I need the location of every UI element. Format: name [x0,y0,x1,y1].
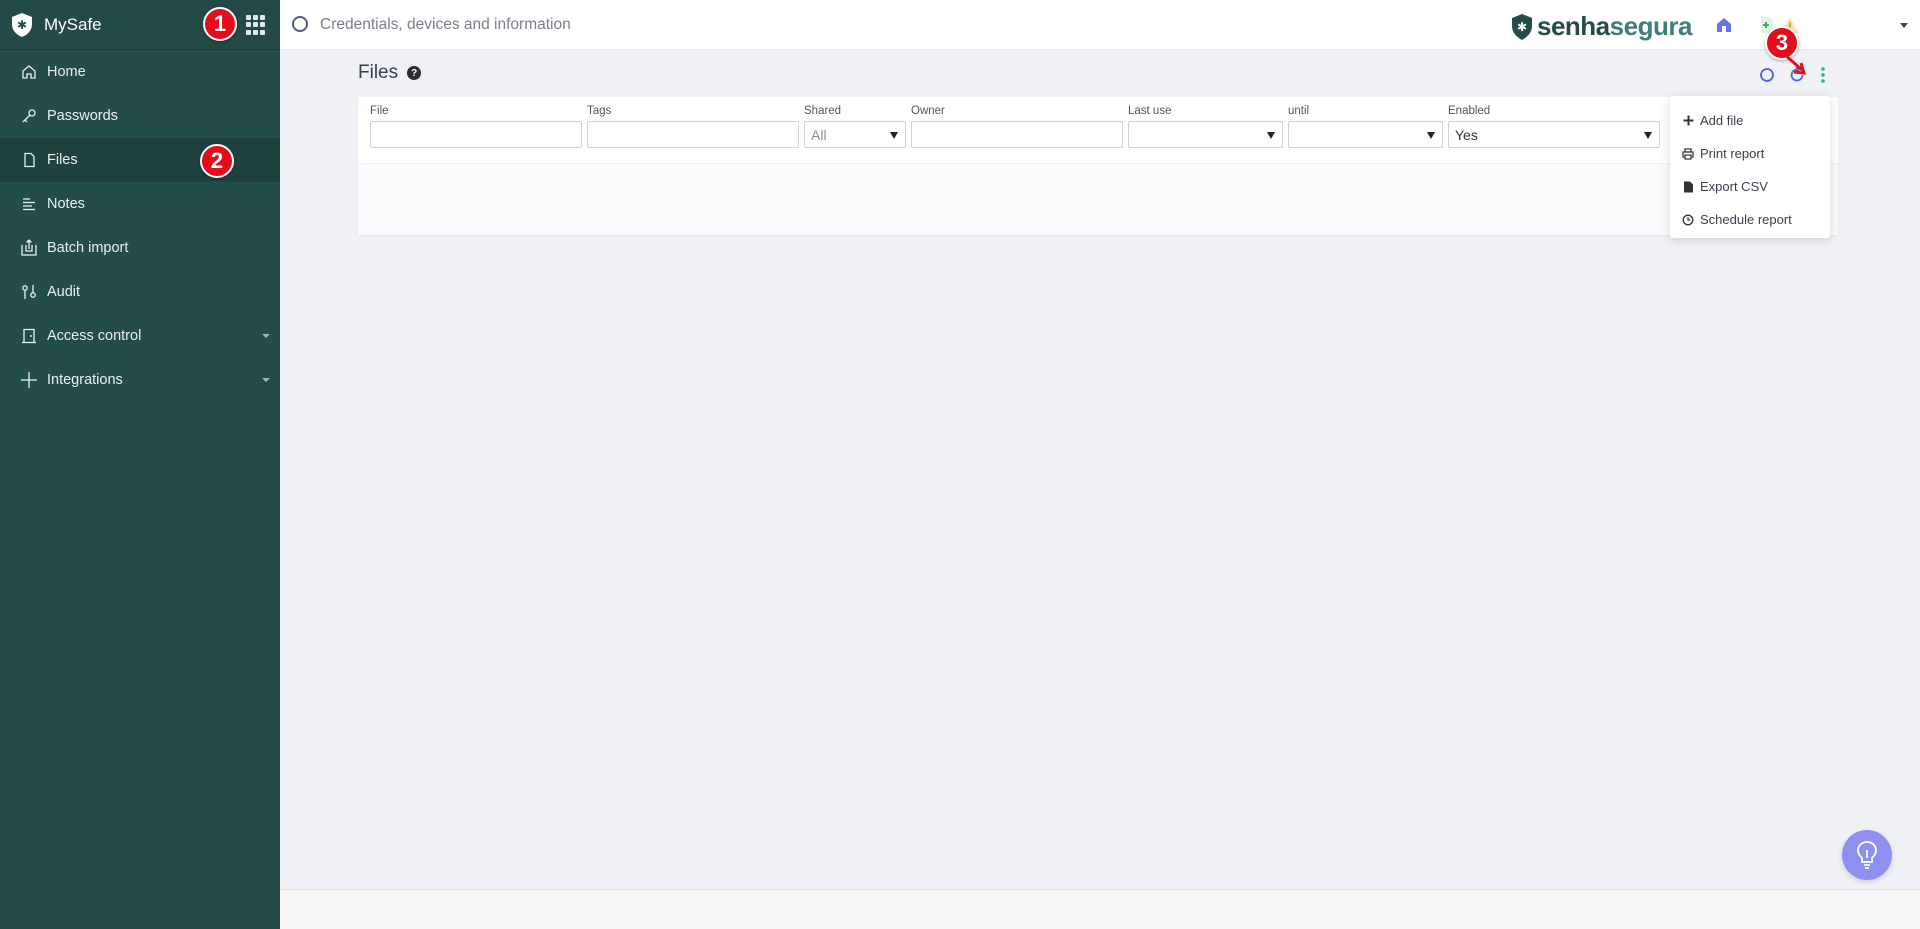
filter-last-use-label: Last use [1128,105,1172,117]
results-area [358,163,1838,235]
logo-text-part2: segura [1609,11,1693,41]
svg-text:✱: ✱ [1517,20,1527,34]
sidebar-item-batch-import[interactable]: Batch import [0,226,280,270]
sidebar-item-label: Notes [47,196,85,212]
filter-owner: Owner [911,105,1123,148]
brand-logo: ✱ senhasegura [1510,11,1692,42]
step-badge-1: 1 [203,7,237,41]
filter-file: File [370,105,582,148]
filter-until-label: until [1288,105,1310,117]
help-icon[interactable]: ? [407,66,422,80]
app-name: MySafe [44,14,102,34]
sidebar-item-home[interactable]: Home [0,50,280,94]
menu-item-label: Add file [1700,113,1744,128]
filter-shared-label: Shared [804,105,842,117]
logo-text-part1: senha [1537,11,1610,41]
apps-grid-icon[interactable] [246,15,266,35]
pointer-arrow-icon [1783,52,1807,75]
page-title: Files ? [358,62,422,84]
menu-item-label: Schedule report [1700,212,1792,227]
sidebar-item-files[interactable]: Files [0,138,280,182]
printer-icon [1682,147,1694,160]
plus-icon [20,371,38,389]
chevron-down-icon [262,334,270,338]
sidebar-item-integrations[interactable]: Integrations [0,358,280,402]
filter-row: File Tags Shared All Owner Last use unti… [358,97,1838,163]
menu-item-print-report[interactable]: Print report [1670,137,1830,170]
sidebar-item-label: Access control [47,328,142,344]
notes-icon [20,195,38,213]
clock-icon [1682,214,1694,226]
door-icon [20,327,38,345]
sidebar-item-label: Audit [47,284,81,300]
top-bar: ✱ senhasegura [280,0,1920,50]
search-icon [292,16,308,32]
filter-owner-label: Owner [911,105,945,117]
sidebar-item-audit[interactable]: Audit [0,270,280,314]
home-icon [20,63,38,81]
sidebar-item-label: Files [47,152,78,168]
filter-tags: Tags [587,105,799,148]
key-icon [20,107,38,125]
file-icon [20,151,38,169]
home-shortcut-icon[interactable] [1714,15,1734,35]
brand-bar: ✱ MySafe [0,0,280,50]
menu-item-label: Export CSV [1700,179,1768,194]
audit-icon [20,283,38,301]
page-title-text: Files [358,62,399,83]
user-menu-caret-icon[interactable] [1900,23,1908,28]
filter-panel: File Tags Shared All Owner Last use unti… [358,97,1838,235]
filter-last-use: Last use [1128,105,1283,148]
footer [280,889,1920,929]
menu-item-label: Print report [1700,146,1765,161]
menu-item-schedule-report[interactable]: Schedule report [1670,203,1830,236]
svg-text:✱: ✱ [17,18,27,32]
sidebar-item-passwords[interactable]: Passwords [0,94,280,138]
filter-enabled: Enabled Yes [1448,105,1660,148]
search-input[interactable] [320,12,920,38]
filter-shared: Shared All [804,105,906,148]
until-select[interactable] [1288,121,1443,148]
enabled-select[interactable]: Yes [1448,121,1660,148]
more-options-icon[interactable] [1814,66,1832,84]
tips-button[interactable] [1842,830,1892,880]
owner-input[interactable] [911,121,1123,148]
sidebar-item-label: Home [47,64,86,80]
file-input[interactable] [370,121,582,148]
sidebar-nav: Home Passwords Files Notes Batch import [0,50,280,402]
menu-item-export-csv[interactable]: Export CSV [1670,170,1830,203]
last-use-select[interactable] [1128,121,1283,148]
step-badge-2: 2 [200,144,234,178]
tags-input[interactable] [587,121,799,148]
sidebar-item-label: Passwords [47,108,118,124]
import-icon [20,239,38,257]
sidebar-item-notes[interactable]: Notes [0,182,280,226]
search-toggle-icon[interactable] [1758,66,1776,84]
chevron-down-icon [262,378,270,382]
shield-icon: ✱ [1512,13,1532,40]
menu-item-add-file[interactable]: Add file [1670,104,1830,137]
more-options-menu: Add file Print report Export CSV Schedul… [1670,96,1830,238]
filter-until: until [1288,105,1443,148]
sidebar: ✱ MySafe Home Passwords Files Notes Batc… [0,0,280,929]
lightbulb-icon [1857,841,1877,869]
sidebar-item-access-control[interactable]: Access control [0,314,280,358]
filter-file-label: File [370,105,389,117]
document-icon [1682,181,1694,193]
plus-icon [1682,115,1694,127]
filter-tags-label: Tags [587,105,612,117]
sidebar-item-label: Integrations [47,372,123,388]
sidebar-item-label: Batch import [47,240,129,256]
shared-select[interactable]: All [804,121,906,148]
app-logo-icon: ✱ [12,12,32,37]
filter-enabled-label: Enabled [1448,105,1491,117]
